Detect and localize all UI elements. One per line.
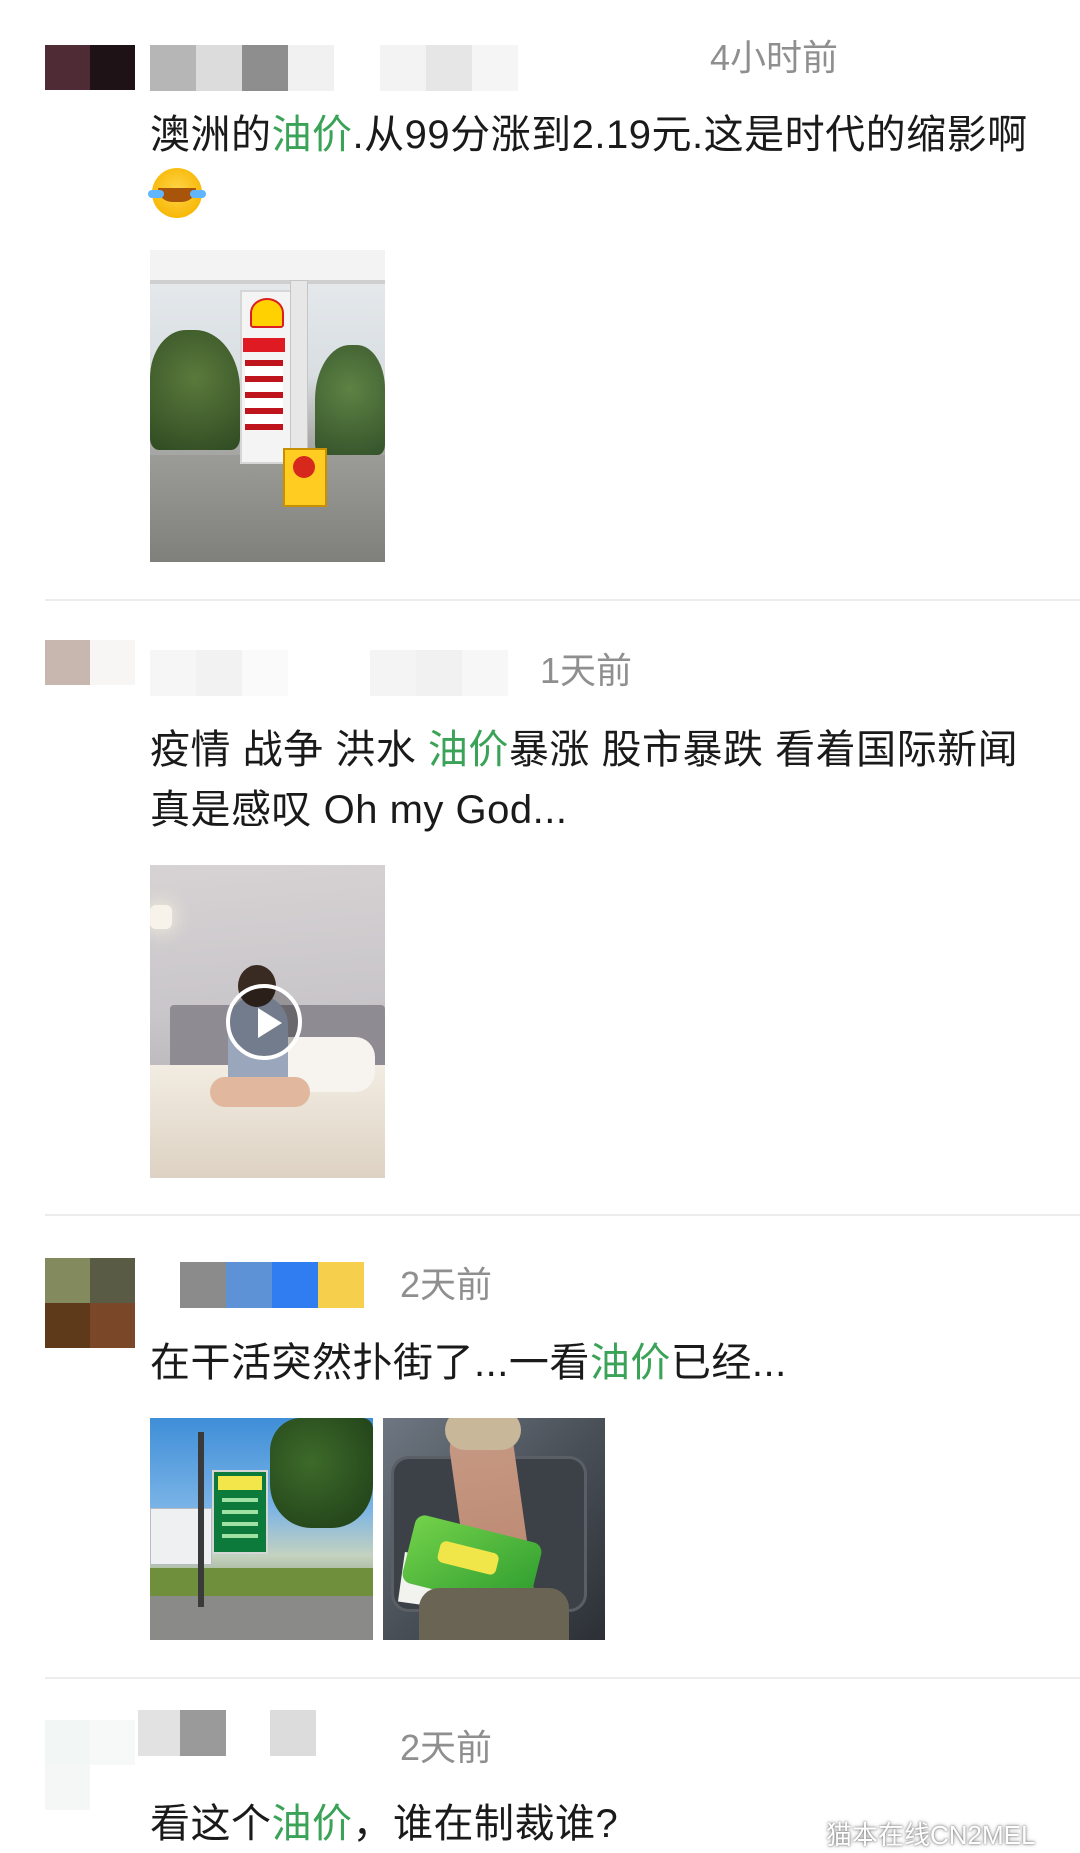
divider	[45, 1677, 1080, 1679]
text-segment: ，谁在制裁谁?	[352, 1802, 619, 1846]
moments-search-results: 4小时前 澳洲的油价.从99分涨到2.19元.这是时代的缩影啊 1天前 疫情 战…	[0, 0, 1080, 1853]
keyword-highlight: 油价	[271, 1802, 353, 1846]
post-text: 在干活突然扑街了...一看油价已经...	[150, 1333, 1040, 1393]
text-segment: .从99分涨到2.19元.这是时代的缩影啊	[352, 113, 1028, 157]
post-time: 1天前	[540, 650, 633, 691]
post-text: 疫情 战争 洪水 油价暴涨 股市暴跌 看着国际新闻 真是感叹 Oh my God…	[150, 720, 1040, 840]
wechat-icon	[781, 1823, 817, 1847]
shell-logo-icon	[250, 298, 284, 328]
petrol-price-sign-photo[interactable]	[150, 1418, 373, 1640]
play-icon[interactable]	[226, 984, 302, 1060]
divider	[45, 1214, 1080, 1216]
blurred-username[interactable]	[138, 1710, 350, 1756]
post-text: 澳洲的油价.从99分涨到2.19元.这是时代的缩影啊	[148, 105, 1040, 225]
blurred-username[interactable]	[150, 1262, 380, 1308]
text-segment: 在干活突然扑街了...一看	[150, 1341, 590, 1385]
text-segment: 已经...	[670, 1341, 787, 1385]
post-time: 2天前	[400, 1264, 493, 1305]
text-segment: 疫情 战争 洪水	[150, 728, 428, 772]
post-time: 2天前	[400, 1727, 493, 1768]
no-entry-sign-icon	[283, 448, 327, 507]
gas-station-photo[interactable]	[150, 250, 385, 562]
avatar[interactable]	[45, 45, 135, 90]
avatar[interactable]	[45, 1720, 135, 1810]
keyword-highlight: 油价	[271, 113, 353, 157]
post-time: 4小时前	[710, 37, 839, 78]
keyword-highlight: 油价	[589, 1341, 671, 1385]
watermark: 猫本在线CN2MEL	[780, 1815, 1035, 1853]
keyword-highlight: 油价	[427, 728, 509, 772]
face-with-tears-of-joy-icon	[148, 168, 202, 218]
text-segment: 澳洲的	[150, 113, 272, 157]
blurred-username[interactable]	[150, 45, 580, 91]
video-thumbnail[interactable]	[150, 865, 385, 1178]
text-segment: 看这个	[150, 1802, 272, 1846]
blurred-username[interactable]	[150, 650, 520, 696]
avatar[interactable]	[45, 1258, 135, 1348]
divider	[45, 599, 1080, 601]
watermark-text: 猫本在线CN2MEL	[826, 1820, 1036, 1850]
avatar[interactable]	[45, 640, 135, 685]
injured-knee-photo[interactable]	[383, 1418, 605, 1640]
